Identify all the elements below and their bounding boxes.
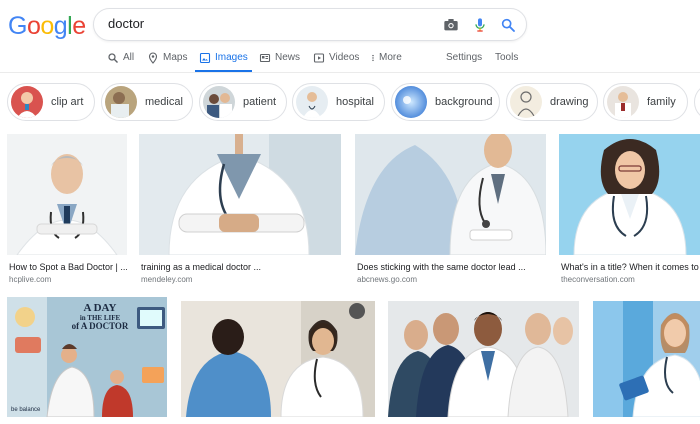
image-result[interactable]: Does sticking with the same doctor lead … — [355, 134, 546, 284]
tab-all[interactable]: All — [107, 48, 134, 72]
camera-icon[interactable] — [443, 17, 459, 33]
tab-label: Maps — [163, 52, 188, 63]
chip-thumbnail — [510, 86, 542, 118]
tab-label: All — [123, 52, 135, 63]
tab-label: News — [275, 52, 301, 63]
search-tabs: All Maps Images News Videos More Setting… — [0, 48, 700, 72]
image-result[interactable] — [181, 301, 375, 417]
result-title[interactable]: What's in a title? When it comes to ... — [561, 262, 700, 272]
microphone-icon[interactable] — [472, 17, 488, 33]
google-logo[interactable]: Google — [8, 12, 86, 41]
map-pin-icon — [148, 52, 158, 64]
tab-label: Images — [215, 52, 248, 63]
chip-thumbnail — [395, 86, 427, 118]
result-image[interactable] — [7, 134, 127, 255]
image-icon — [199, 52, 211, 64]
news-icon — [259, 53, 271, 63]
logo-letter: o — [26, 12, 41, 40]
tab-more[interactable]: More — [369, 48, 402, 72]
result-source: mendeley.com — [141, 275, 193, 284]
chip-label: clip art — [51, 96, 84, 108]
tab-label: More — [379, 52, 402, 63]
logo-letter: g — [53, 12, 68, 40]
poster-title-line: A DAY — [83, 302, 117, 314]
result-image[interactable] — [559, 134, 700, 255]
logo-letter: o — [40, 12, 54, 40]
chip-clip-art[interactable]: clip art — [7, 83, 95, 121]
logo-letter: e — [72, 12, 86, 40]
chip-hospital[interactable]: hospital — [292, 83, 385, 121]
image-result[interactable]: What's in a title? When it comes to ... … — [559, 134, 700, 284]
image-result[interactable] — [593, 301, 700, 417]
logo-letter: G — [8, 12, 27, 40]
tab-tools[interactable]: Tools — [495, 48, 518, 72]
tab-videos[interactable]: Videos — [313, 48, 359, 72]
chip-label: family — [647, 96, 676, 108]
chip-drawing[interactable]: drawing — [506, 83, 598, 121]
search-icon[interactable] — [500, 17, 516, 33]
poster-footer-text: be balance — [11, 407, 41, 413]
chip-family[interactable]: family — [603, 83, 688, 121]
tab-maps[interactable]: Maps — [147, 48, 187, 72]
chip-thumbnail — [296, 86, 328, 118]
image-result[interactable] — [388, 301, 579, 417]
search-box[interactable] — [93, 8, 527, 41]
search-input[interactable] — [108, 16, 408, 31]
tab-label: Videos — [329, 52, 360, 63]
chip-background[interactable]: background — [391, 83, 500, 121]
related-search-chips: clip art medical patient hospital backgr… — [0, 83, 700, 123]
result-source: abcnews.go.com — [357, 275, 418, 284]
poster-title-line: of A DOCTOR — [71, 320, 129, 331]
chip-next-partial[interactable] — [694, 83, 700, 121]
result-title[interactable]: Does sticking with the same doctor lead … — [357, 262, 546, 272]
chip-label: medical — [145, 96, 183, 108]
chip-thumbnail — [105, 86, 137, 118]
chip-thumbnail — [607, 86, 639, 118]
result-image[interactable] — [139, 134, 341, 255]
result-image[interactable] — [388, 301, 579, 417]
chip-label: background — [435, 96, 493, 108]
header-divider — [0, 72, 700, 73]
result-image[interactable] — [355, 134, 546, 255]
chip-patient[interactable]: patient — [199, 83, 287, 121]
result-image[interactable] — [181, 301, 375, 417]
image-result[interactable]: training as a medical doctor ... mendele… — [139, 134, 341, 284]
result-title[interactable]: training as a medical doctor ... — [141, 262, 341, 272]
tab-news[interactable]: News — [259, 48, 300, 72]
result-source: theconversation.com — [561, 275, 635, 284]
chip-thumbnail — [11, 86, 43, 118]
image-result[interactable]: How to Spot a Bad Doctor | ... hcplive.c… — [7, 134, 127, 284]
video-icon — [313, 53, 325, 63]
result-image[interactable] — [593, 301, 700, 417]
result-image[interactable]: A DAY in THE LIFE of A DOCTOR be balance — [7, 297, 167, 417]
chip-label: hospital — [336, 96, 374, 108]
tab-images[interactable]: Images — [195, 48, 252, 72]
tab-label: Settings — [446, 52, 483, 63]
chip-medical[interactable]: medical — [101, 83, 193, 121]
image-result[interactable]: A DAY in THE LIFE of A DOCTOR be balance — [7, 297, 167, 417]
result-source: hcplive.com — [9, 275, 52, 284]
tab-label: Tools — [495, 52, 519, 63]
result-title[interactable]: How to Spot a Bad Doctor | ... — [9, 262, 127, 272]
search-icon — [108, 53, 118, 63]
chip-label: drawing — [550, 96, 589, 108]
more-vertical-icon — [372, 54, 374, 62]
tab-settings[interactable]: Settings — [446, 48, 482, 72]
chip-thumbnail — [203, 86, 235, 118]
chip-label: patient — [243, 96, 277, 108]
